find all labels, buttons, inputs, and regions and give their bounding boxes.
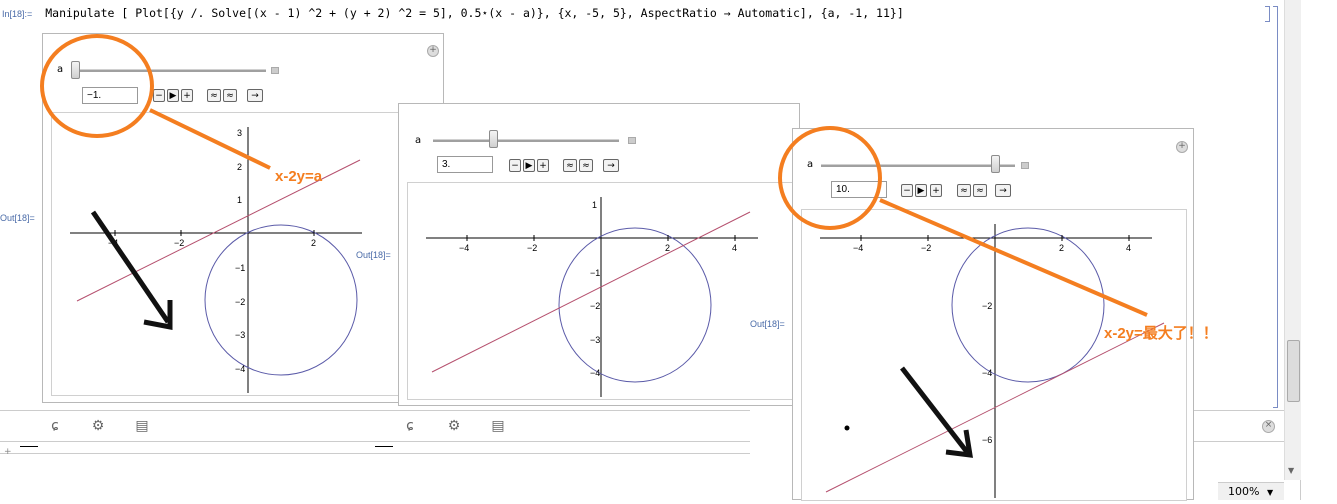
annotation-label-2: x-2y=最大了！！ (1104, 325, 1218, 342)
highlight-circle-2 (778, 126, 882, 230)
annotation-line-1 (149, 108, 271, 170)
arrow-1 (90, 210, 171, 324)
highlight-circle-1 (40, 34, 154, 138)
annotation-line-2 (879, 198, 1148, 317)
annotation-label-1: x-2y=a (275, 168, 323, 185)
arrow-2 (900, 366, 969, 454)
annotation-overlay (40, 34, 1148, 458)
